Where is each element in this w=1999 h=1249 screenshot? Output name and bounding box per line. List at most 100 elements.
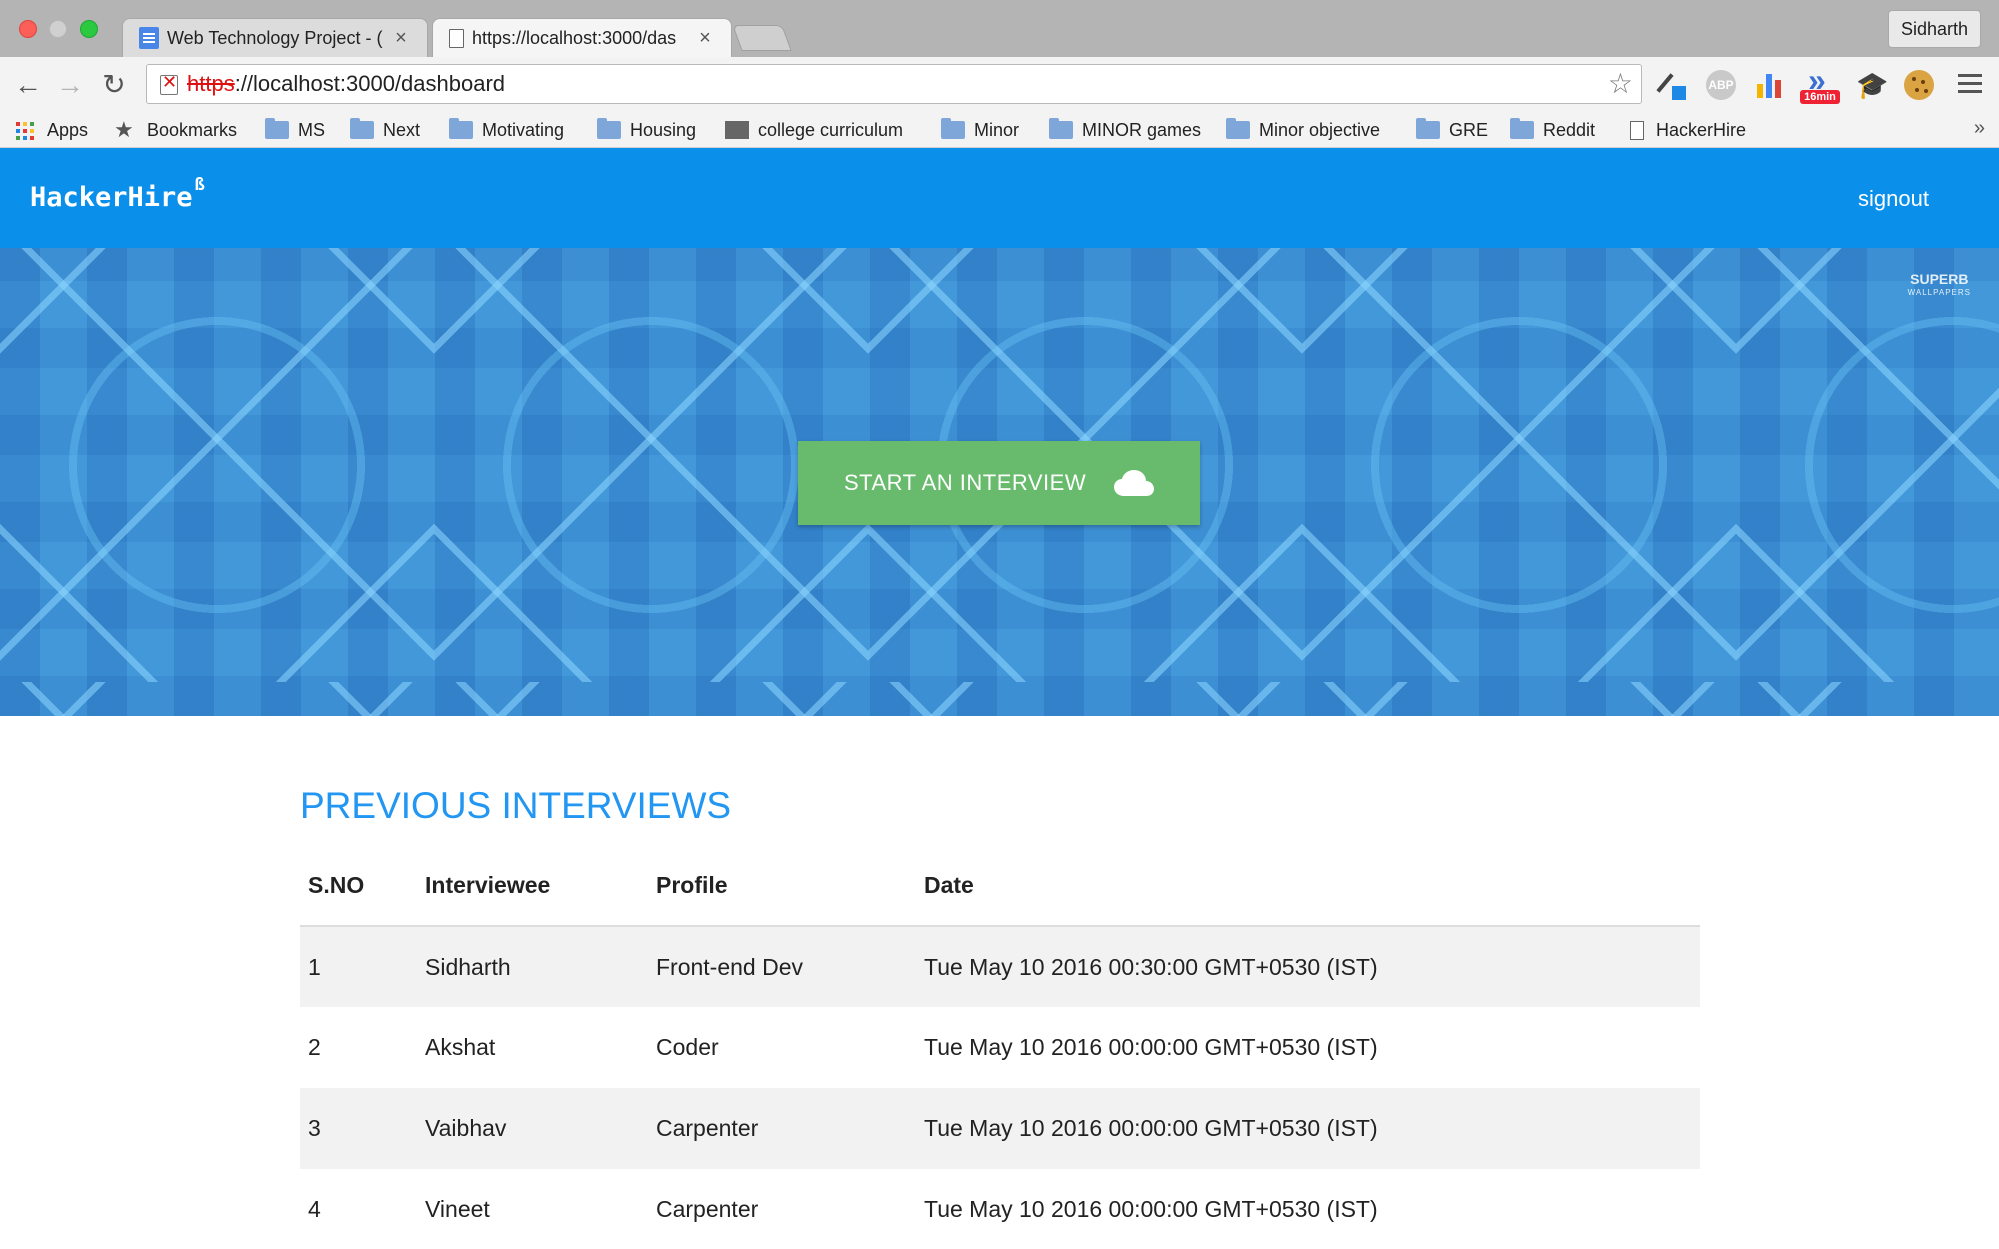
table-row: 3 Vaibhav Carpenter Tue May 10 2016 00:0… — [300, 1088, 1700, 1169]
window-close-button[interactable] — [19, 20, 37, 38]
brand-logo[interactable]: HackerHire ß — [30, 175, 205, 213]
signout-link[interactable]: signout — [1858, 186, 1929, 212]
window-minimize-button[interactable] — [49, 20, 67, 38]
chart-icon[interactable] — [1754, 70, 1784, 100]
tab-title: https://localhost:3000/das — [472, 27, 677, 48]
cell-sno: 2 — [308, 1034, 321, 1060]
start-interview-label: START AN INTERVIEW — [844, 470, 1087, 495]
browser-tab-dashboard[interactable]: https://localhost:3000/das × — [432, 18, 732, 57]
table-row: 1 Sidharth Front-end Dev Tue May 10 2016… — [300, 926, 1700, 1007]
cell-date: Tue May 10 2016 00:00:00 GMT+0530 (IST) — [924, 1196, 1378, 1222]
forward-arrow-icon[interactable]: → — [54, 69, 86, 101]
bookmark-label: Housing — [630, 119, 697, 140]
folder-icon — [597, 118, 621, 139]
bookmark-folder-ms[interactable]: MS — [265, 117, 325, 143]
browser-tab-strip: Web Technology Project - ( × https://loc… — [0, 0, 1999, 57]
bookmark-folder-next[interactable]: Next — [350, 117, 420, 143]
column-header-date: Date — [916, 845, 1700, 927]
bookmark-folder-reddit[interactable]: Reddit — [1510, 117, 1595, 143]
image-folder-icon — [725, 121, 749, 139]
page-icon — [449, 28, 464, 48]
browser-menu-icon[interactable] — [1958, 72, 1982, 94]
cell-interviewee: Akshat — [425, 1034, 496, 1060]
watermark-subtext: WALLPAPERS — [1907, 288, 1971, 297]
address-bar[interactable]: https ://localhost:3000/dashboard ☆ — [146, 64, 1642, 104]
beta-mark: ß — [194, 175, 205, 195]
folder-icon — [941, 118, 965, 139]
bookmark-label: GRE — [1449, 119, 1489, 140]
bookmark-label: MS — [298, 119, 325, 140]
browser-tab-docs[interactable]: Web Technology Project - ( × — [122, 18, 428, 57]
bookmark-folder-motivating[interactable]: Motivating — [449, 117, 564, 143]
folder-icon — [1416, 118, 1440, 139]
start-interview-button[interactable]: START AN INTERVIEW — [798, 441, 1200, 525]
previous-interviews-title: PREVIOUS INTERVIEWS — [300, 785, 732, 826]
app-header: HackerHire ß signout — [0, 148, 1999, 248]
cell-interviewee: Vaibhav — [417, 1088, 648, 1169]
tab-close-icon[interactable]: × — [695, 27, 715, 50]
table-row: 2 Akshat Coder Tue May 10 2016 00:00:00 … — [300, 1007, 1700, 1088]
bookmark-bookmarks[interactable]: ★ Bookmarks — [114, 117, 237, 143]
star-icon: ★ — [114, 117, 134, 142]
cell-interviewee: Sidharth — [417, 926, 648, 1007]
eyedropper-icon[interactable] — [1658, 70, 1688, 100]
bookmark-star-icon[interactable]: ☆ — [1608, 69, 1633, 99]
folder-icon — [1510, 118, 1534, 139]
new-tab-button[interactable] — [732, 25, 792, 51]
cell-profile: Carpenter — [656, 1196, 759, 1222]
bookmark-folder-housing[interactable]: Housing — [597, 117, 696, 143]
column-header-interviewee: Interviewee — [417, 845, 648, 927]
watermark-text: SUPERB — [1910, 271, 1969, 287]
cloud-icon — [1114, 470, 1154, 496]
cell-interviewee: Vineet — [425, 1196, 490, 1222]
cell-profile: Carpenter — [648, 1088, 916, 1169]
bookmark-folder-college-curriculum[interactable]: college curriculum — [725, 117, 903, 143]
bookmark-label: Bookmarks — [147, 119, 238, 140]
url-path: ://localhost:3000/dashboard — [234, 71, 506, 96]
insecure-lock-icon[interactable] — [157, 72, 179, 95]
bookmarks-bar: Apps ★ Bookmarks MS Next Motivating Hous… — [0, 113, 1999, 148]
column-header-sno: S.NO — [300, 845, 417, 927]
browser-toolbar: ← → ↻ https ://localhost:3000/dashboard … — [0, 57, 1999, 113]
folder-icon — [265, 118, 289, 139]
page-icon — [1630, 120, 1644, 140]
more-bookmarks-chevron-icon[interactable]: » — [1974, 117, 1985, 140]
bookmark-label: Apps — [47, 119, 89, 140]
hero-banner: SUPERB WALLPAPERS START AN INTERVIEW — [0, 248, 1999, 716]
profile-button[interactable]: Sidharth — [1887, 10, 1981, 48]
bookmark-folder-minor-objective[interactable]: Minor objective — [1226, 117, 1380, 143]
graduation-cap-icon[interactable]: 🎓 — [1856, 70, 1888, 100]
tab-close-icon[interactable]: × — [391, 27, 411, 50]
bookmark-folder-minor[interactable]: Minor — [941, 117, 1019, 143]
url-scheme: https — [187, 71, 235, 96]
bookmark-label: Minor — [974, 119, 1020, 140]
folder-icon — [1226, 118, 1250, 139]
cell-sno: 3 — [300, 1088, 417, 1169]
extension-badge: 16min — [1800, 90, 1840, 104]
bookmark-folder-minor-games[interactable]: MINOR games — [1049, 117, 1201, 143]
bookmark-label: Motivating — [482, 119, 565, 140]
google-docs-icon — [139, 27, 159, 49]
cell-date: Tue May 10 2016 00:00:00 GMT+0530 (IST) — [916, 1088, 1700, 1169]
bookmark-apps[interactable]: Apps — [14, 117, 88, 143]
back-arrow-icon[interactable]: ← — [12, 69, 44, 101]
bookmark-label: HackerHire — [1656, 119, 1747, 140]
adblock-icon[interactable]: ABP — [1706, 70, 1736, 100]
reload-icon[interactable]: ↻ — [98, 69, 130, 101]
cell-profile: Coder — [656, 1034, 719, 1060]
bookmark-label: Minor objective — [1259, 119, 1381, 140]
window-maximize-button[interactable] — [80, 20, 98, 38]
16min-icon[interactable]: 16min — [1800, 62, 1840, 104]
cell-date: Tue May 10 2016 00:30:00 GMT+0530 (IST) — [916, 926, 1700, 1007]
bookmark-label: Next — [383, 119, 421, 140]
tab-title: Web Technology Project - ( — [167, 27, 383, 48]
wallpaper-watermark: SUPERB WALLPAPERS — [1908, 272, 1971, 300]
bookmark-label: MINOR games — [1082, 119, 1202, 140]
folder-icon — [350, 118, 374, 139]
bookmark-hackerhire[interactable]: HackerHire — [1630, 117, 1746, 143]
cookie-icon[interactable] — [1904, 70, 1934, 100]
bookmark-folder-gre[interactable]: GRE — [1416, 117, 1488, 143]
table-header-row: S.NO Interviewee Profile Date — [300, 845, 1700, 927]
bookmark-label: Reddit — [1543, 119, 1596, 140]
bookmark-label: college curriculum — [758, 119, 904, 140]
